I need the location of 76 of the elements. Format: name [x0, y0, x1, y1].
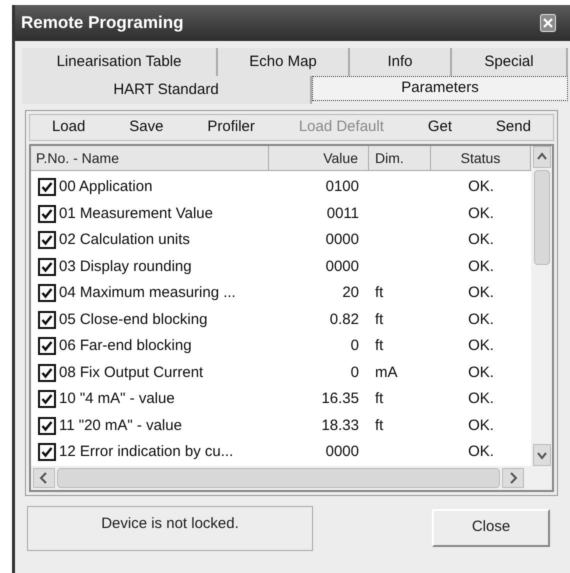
vertical-scrollbar[interactable] — [531, 146, 552, 466]
parameter-value: 18.33 — [321, 416, 359, 434]
parameter-name: 12 Error indication by cu... — [59, 442, 234, 462]
checkbox[interactable] — [38, 178, 56, 196]
checkbox[interactable] — [38, 204, 56, 223]
parameter-name: 08 Fix Output Current — [59, 362, 204, 382]
parameter-value: 0000 — [326, 443, 359, 460]
checkbox[interactable] — [38, 337, 56, 356]
status-text: OK. — [468, 231, 494, 248]
scroll-right-icon[interactable] — [502, 468, 524, 488]
toolbar-button[interactable]: Profiler — [207, 116, 255, 139]
status-text: OK. — [468, 284, 494, 301]
status-text: OK. — [468, 416, 494, 434]
tab[interactable]: Linearisation Table — [22, 48, 218, 76]
column-header[interactable]: P.No. - Name — [31, 146, 269, 170]
parameter-name: 03 Display rounding — [59, 256, 192, 276]
status-text: OK. — [468, 178, 494, 195]
unit-text: ft — [375, 310, 384, 328]
checkbox[interactable] — [38, 284, 56, 302]
checkbox[interactable] — [38, 310, 56, 329]
checkbox[interactable] — [38, 231, 56, 250]
unit-text: ft — [375, 284, 384, 301]
parameter-value: 0.82 — [330, 310, 359, 328]
horizontal-scrollbar[interactable] — [31, 466, 552, 490]
toolbar-button[interactable]: Send — [496, 116, 531, 139]
scroll-down-icon[interactable] — [532, 444, 550, 466]
toolbar-button[interactable]: Save — [129, 116, 164, 139]
checkbox[interactable] — [38, 443, 56, 462]
status-text: OK. — [468, 443, 494, 460]
tab[interactable]: Info — [350, 48, 452, 76]
tab[interactable]: Echo Map — [218, 48, 350, 76]
status-text: OK. — [468, 337, 494, 354]
parameter-name: 04 Maximum measuring ... — [59, 283, 236, 303]
scroll-left-icon[interactable] — [33, 468, 55, 488]
status-text: OK. — [468, 390, 494, 407]
parameter-value: 0100 — [326, 178, 359, 195]
parameter-name: 10 "4 mA" - value — [59, 389, 175, 409]
close-icon[interactable] — [540, 14, 556, 32]
scroll-up-icon[interactable] — [532, 146, 550, 168]
column-header[interactable]: Dim. — [369, 146, 431, 170]
close-button[interactable]: Close — [432, 508, 550, 546]
parameter-name: 11 "20 mA" - value — [59, 416, 182, 436]
checkbox[interactable] — [38, 390, 56, 408]
scroll-thumb[interactable] — [57, 468, 500, 488]
unit-text: ft — [375, 337, 384, 354]
parameter-value: 0000 — [326, 258, 359, 274]
parameter-value: 0 — [350, 364, 359, 380]
parameter-name: 02 Calculation units — [59, 230, 190, 250]
unit-text: ft — [375, 416, 384, 434]
unit-text: mA — [375, 364, 398, 380]
scroll-thumb[interactable] — [534, 170, 550, 265]
window-title: Remote Programing — [21, 12, 184, 34]
parameter-value: 20 — [342, 284, 359, 301]
parameter-value: 16.35 — [321, 390, 359, 407]
checkbox[interactable] — [38, 364, 56, 382]
checkbox[interactable] — [38, 258, 56, 276]
tab[interactable]: HART Standard — [22, 76, 312, 104]
parameter-value: 0 — [350, 337, 359, 354]
status-text: OK. — [468, 258, 494, 274]
status-text: OK. — [468, 204, 494, 222]
checkbox[interactable] — [38, 416, 56, 435]
parameter-name: 01 Measurement Value — [59, 204, 213, 224]
toolbar-button[interactable]: Get — [428, 116, 452, 139]
parameter-name: 05 Close-end blocking — [59, 310, 208, 330]
parameter-name: 06 Far-end blocking — [59, 336, 192, 356]
tab[interactable]: Special — [452, 48, 568, 76]
tab[interactable]: Parameters — [312, 76, 568, 101]
status-text: OK. — [468, 364, 494, 380]
parameter-value: 0011 — [326, 204, 359, 222]
parameter-name: 00 Application — [59, 177, 152, 197]
column-header[interactable]: Value — [269, 146, 369, 170]
parameter-value: 0000 — [326, 231, 359, 248]
unit-text: ft — [375, 390, 384, 407]
toolbar-button[interactable]: Load — [52, 116, 86, 139]
status-text: OK. — [468, 310, 494, 328]
status-message: Device is not locked. — [27, 506, 313, 550]
